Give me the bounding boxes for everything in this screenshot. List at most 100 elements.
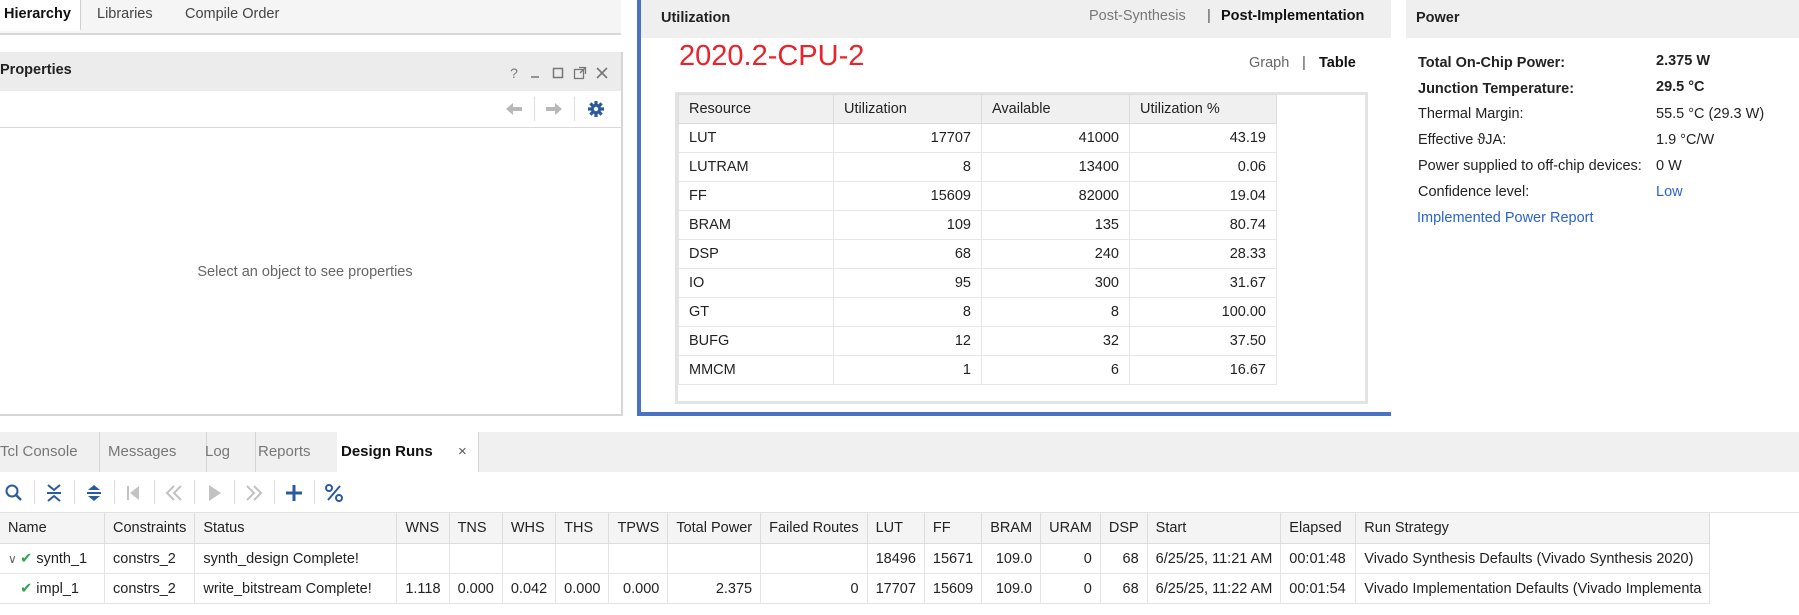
utilization-row[interactable]: FF 15609 82000 19.04 bbox=[678, 181, 1277, 211]
run-cell-constraints: constrs_2 bbox=[104, 573, 196, 604]
run-cell-wns: 1.118 bbox=[396, 573, 450, 604]
tab-hierarchy[interactable]: Hierarchy bbox=[0, 0, 81, 31]
run-name-label: synth_1 bbox=[36, 550, 88, 567]
column-header[interactable]: URAM bbox=[1040, 513, 1101, 544]
column-header[interactable]: WHS bbox=[502, 513, 557, 544]
column-header[interactable]: TNS bbox=[449, 513, 503, 544]
column-header[interactable]: FF bbox=[924, 513, 983, 544]
utilization-row[interactable]: GT 8 8 100.00 bbox=[678, 297, 1277, 327]
column-header[interactable]: Elapsed bbox=[1280, 513, 1357, 544]
confidence-level-link[interactable]: Low bbox=[1656, 184, 1683, 200]
column-header[interactable]: DSP bbox=[1100, 513, 1148, 544]
percent-icon bbox=[325, 484, 343, 502]
column-header[interactable]: Total Power bbox=[667, 513, 762, 544]
help-button[interactable]: ? bbox=[506, 65, 522, 81]
run-cell-ths: 0.000 bbox=[555, 573, 610, 604]
column-header[interactable]: Status bbox=[194, 513, 398, 544]
resource-value-cell: 6 bbox=[981, 355, 1130, 385]
search-button[interactable] bbox=[3, 482, 25, 504]
forward-button[interactable] bbox=[543, 99, 565, 119]
close-button[interactable] bbox=[594, 65, 610, 81]
resource-name-cell: GT bbox=[678, 297, 834, 327]
tab-libraries[interactable]: Libraries bbox=[97, 0, 153, 29]
utilization-row[interactable]: IO 95 300 31.67 bbox=[678, 268, 1277, 298]
tab-post-implementation[interactable]: Post-Implementation bbox=[1221, 8, 1364, 24]
properties-panel: Properties ? Select an object to see pro… bbox=[0, 52, 623, 416]
next-button[interactable] bbox=[243, 482, 265, 504]
tab-reports[interactable]: Reports bbox=[250, 432, 339, 472]
column-header[interactable]: BRAM bbox=[981, 513, 1042, 544]
column-header[interactable]: Utilization bbox=[833, 94, 982, 124]
column-header[interactable]: Available bbox=[981, 94, 1130, 124]
run-cell-constraints: constrs_2 bbox=[104, 543, 196, 574]
first-button[interactable] bbox=[123, 482, 145, 504]
utilization-row[interactable]: MMCM 1 6 16.67 bbox=[678, 355, 1277, 385]
tab-messages[interactable]: Messages bbox=[100, 432, 207, 472]
tab-post-synthesis[interactable]: Post-Synthesis bbox=[1089, 8, 1186, 24]
run-row[interactable]: ∨ ✔ synth_1 constrs_2 synth_design Complet… bbox=[0, 543, 1711, 574]
gear-icon bbox=[588, 101, 604, 117]
utilization-row[interactable]: LUTRAM 8 13400 0.06 bbox=[678, 152, 1277, 182]
resource-value-cell: 95 bbox=[833, 268, 982, 298]
column-header[interactable]: Start bbox=[1147, 513, 1282, 544]
resource-value-cell: 17707 bbox=[833, 123, 982, 153]
utilization-row[interactable]: LUT 17707 41000 43.19 bbox=[678, 123, 1277, 153]
properties-empty-message: Select an object to see properties bbox=[197, 264, 413, 280]
float-button[interactable] bbox=[572, 65, 588, 81]
power-label-off-chip: Power supplied to off-chip devices: bbox=[1418, 158, 1642, 174]
view-graph-toggle[interactable]: Graph bbox=[1249, 55, 1289, 71]
expand-all-button[interactable] bbox=[83, 482, 105, 504]
resource-value-cell: 37.50 bbox=[1129, 326, 1277, 356]
properties-title: Properties bbox=[0, 62, 72, 78]
column-header[interactable]: THS bbox=[555, 513, 610, 544]
tab-log[interactable]: Log bbox=[199, 432, 256, 472]
column-header[interactable]: LUT bbox=[867, 513, 925, 544]
properties-toolbar bbox=[0, 91, 621, 128]
power-report-link[interactable]: Implemented Power Report bbox=[1417, 210, 1594, 226]
column-header[interactable]: WNS bbox=[396, 513, 450, 544]
arrow-left-icon bbox=[506, 103, 522, 115]
back-button[interactable] bbox=[503, 99, 525, 119]
resource-value-cell: 1 bbox=[833, 355, 982, 385]
run-cell-failed-routes bbox=[760, 543, 868, 574]
resource-value-cell: 19.04 bbox=[1129, 181, 1277, 211]
run-cell-name: ∨ ✔ synth_1 bbox=[0, 543, 105, 574]
column-header[interactable]: Name bbox=[0, 513, 105, 544]
collapse-all-button[interactable] bbox=[43, 482, 65, 504]
percent-button[interactable] bbox=[323, 482, 345, 504]
resource-value-cell: 82000 bbox=[981, 181, 1130, 211]
utilization-row[interactable]: BRAM 109 135 80.74 bbox=[678, 210, 1277, 240]
settings-button[interactable] bbox=[585, 99, 607, 119]
column-header[interactable]: Run Strategy bbox=[1355, 513, 1711, 544]
minimize-button[interactable] bbox=[527, 65, 543, 81]
previous-button[interactable] bbox=[163, 482, 185, 504]
power-title: Power bbox=[1416, 10, 1460, 26]
resource-value-cell: 32 bbox=[981, 326, 1130, 356]
maximize-button[interactable] bbox=[550, 65, 566, 81]
run-cell-ths bbox=[555, 543, 610, 574]
column-header[interactable]: Utilization % bbox=[1129, 94, 1277, 124]
run-cell-total-power: 2.375 bbox=[667, 573, 762, 604]
column-header[interactable]: Resource bbox=[678, 94, 834, 124]
skip-first-icon bbox=[127, 486, 139, 500]
add-run-button[interactable] bbox=[283, 482, 305, 504]
close-tab-button[interactable]: × bbox=[458, 444, 467, 460]
design-runs-table: Name Constraints Status WNS TNS WHS THS TPWS Tot… bbox=[0, 513, 1711, 604]
utilization-row[interactable]: DSP 68 240 28.33 bbox=[678, 239, 1277, 269]
resource-name-cell: LUTRAM bbox=[678, 152, 834, 182]
column-header[interactable]: Failed Routes bbox=[760, 513, 868, 544]
power-label-effective-theta: Effective ϑJA: bbox=[1418, 132, 1507, 148]
run-row[interactable]: ✔ impl_1 constrs_2 write_bitstream Complet… bbox=[0, 573, 1711, 604]
column-header[interactable]: TPWS bbox=[608, 513, 669, 544]
run-cell-status: synth_design Complete! bbox=[194, 543, 398, 574]
power-value-thermal-margin: 55.5 °C (29.3 W) bbox=[1656, 106, 1765, 122]
run-cell-strategy: Vivado Implementation Defaults (Vivado I… bbox=[1355, 573, 1711, 604]
run-button[interactable] bbox=[203, 482, 225, 504]
column-header[interactable]: Constraints bbox=[104, 513, 196, 544]
maximize-icon bbox=[552, 67, 564, 79]
tab-tcl-console[interactable]: Tcl Console bbox=[0, 432, 100, 472]
tab-compile-order[interactable]: Compile Order bbox=[185, 0, 279, 29]
run-cell-dsp: 68 bbox=[1100, 573, 1148, 604]
utilization-row[interactable]: BUFG 12 32 37.50 bbox=[678, 326, 1277, 356]
view-table-toggle[interactable]: Table bbox=[1319, 55, 1356, 71]
